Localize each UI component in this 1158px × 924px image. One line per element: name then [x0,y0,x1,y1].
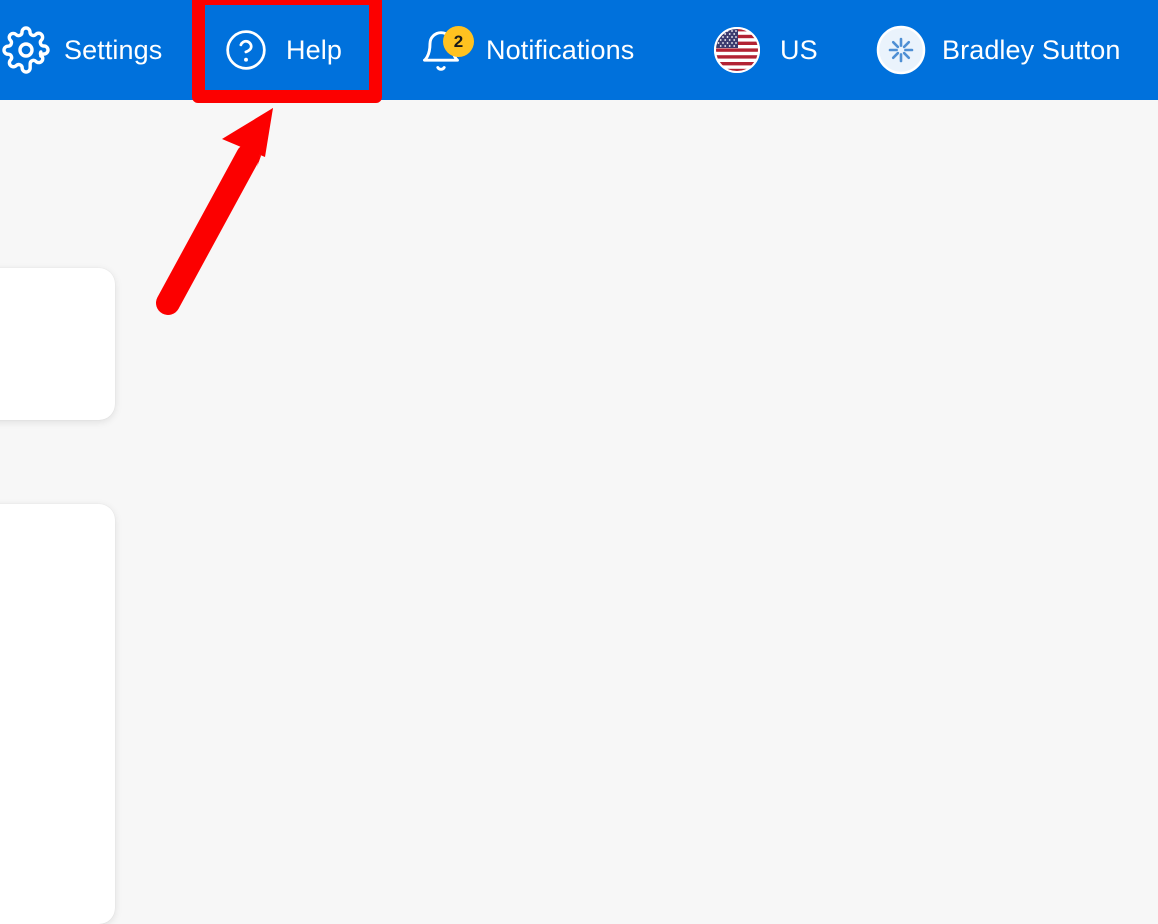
top-navigation-bar: Settings Help 2 Notifications US Bradley… [0,0,1158,100]
nav-item-settings[interactable]: Settings [0,0,162,100]
nav-item-help-label: Help [286,34,342,65]
gear-icon [2,26,50,74]
content-card-top[interactable] [0,268,115,420]
spark-avatar-icon [876,25,926,75]
nav-item-help[interactable]: Help [224,0,342,100]
content-card-bottom[interactable] [0,504,115,924]
nav-item-notifications[interactable]: 2 Notifications [416,0,634,100]
nav-item-locale-label: US [780,34,818,65]
us-flag-icon [712,25,762,75]
question-circle-icon [224,28,268,72]
nav-item-account[interactable]: Bradley Sutton [876,0,1121,100]
nav-item-settings-label: Settings [64,34,163,65]
nav-item-account-label: Bradley Sutton [942,34,1121,65]
nav-item-locale[interactable]: US [712,0,818,100]
bell-icon: 2 [416,24,474,76]
page-content-area [0,100,1158,924]
notifications-badge: 2 [443,26,474,57]
nav-item-notifications-label: Notifications [486,34,635,65]
